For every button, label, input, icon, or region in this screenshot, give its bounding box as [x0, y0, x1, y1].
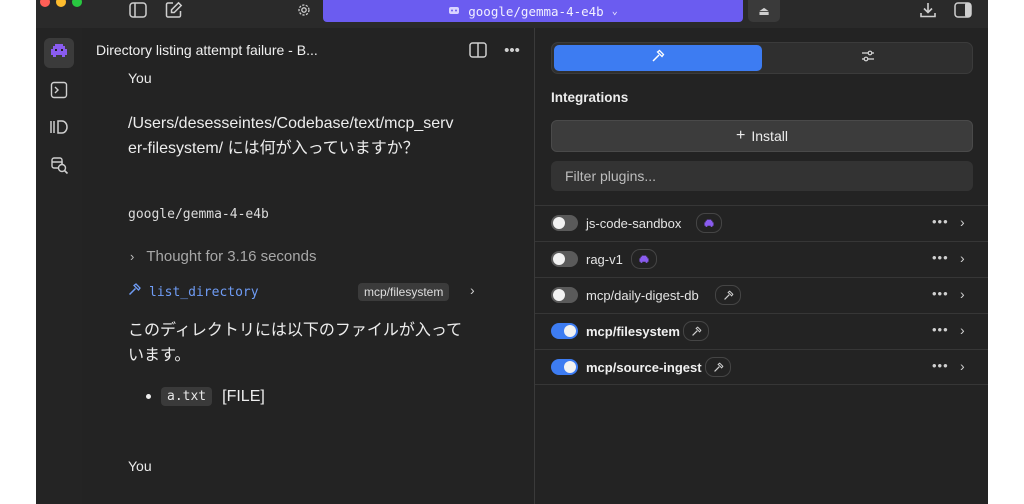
close-window-button[interactable] — [40, 0, 50, 7]
more-options-icon[interactable]: ••• — [932, 250, 949, 265]
hammer-icon — [683, 321, 709, 341]
rail-item-developer[interactable] — [44, 77, 74, 107]
chat-panel: Directory listing attempt failure - B...… — [82, 28, 534, 504]
chevron-down-icon: ⌄ — [611, 5, 618, 17]
more-options-icon[interactable]: ••• — [932, 358, 949, 373]
model-selector-button[interactable]: google/gemma-4-e4b ⌄ — [323, 0, 743, 22]
chevron-right-icon: › — [470, 282, 475, 298]
plugin-row-mcp-daily-digest-db[interactable]: mcp/daily-digest-db ••• › — [535, 277, 988, 313]
plugin-row-js-code-sandbox[interactable]: js-code-sandbox ••• › — [535, 205, 988, 241]
tab-settings[interactable] — [764, 45, 972, 71]
tool-call-row[interactable]: list_directory mcp/filesystem › — [128, 281, 488, 303]
download-icon[interactable] — [918, 0, 938, 20]
sidebar-toggle-icon[interactable] — [128, 0, 148, 20]
plugin-toggle[interactable] — [551, 287, 578, 303]
list-item: a.txt [FILE] — [146, 387, 265, 406]
bullet-icon — [146, 394, 151, 399]
tool-call-name: list_directory — [149, 284, 259, 300]
chevron-right-icon[interactable]: › — [960, 250, 965, 266]
robot-icon — [49, 43, 69, 64]
plugin-row-mcp-source-ingest[interactable]: mcp/source-ingest ••• › — [535, 349, 988, 385]
split-view-icon[interactable] — [468, 40, 488, 60]
assistant-message: このディレクトリには以下のファイルが入って います。 — [128, 318, 488, 368]
new-chat-icon[interactable] — [164, 0, 184, 20]
plugin-row-mcp-filesystem[interactable]: mcp/filesystem ••• › — [535, 313, 988, 349]
plugin-name: mcp/source-ingest — [586, 360, 702, 375]
plugin-toggle[interactable] — [551, 323, 578, 339]
search-model-icon — [49, 155, 69, 180]
app-window: google/gemma-4-e4b ⌄ ⏏ Directory listing… — [36, 0, 988, 504]
message-role-label: You — [128, 458, 152, 474]
user-message: /Users/desesseintes/Codebase/text/mcp_se… — [128, 111, 488, 161]
model-selector-label: google/gemma-4-e4b — [468, 3, 604, 19]
assistant-model-name: google/gemma-4-e4b — [128, 207, 269, 222]
eject-model-button[interactable]: ⏏ — [748, 0, 780, 22]
more-options-icon[interactable]: ••• — [932, 322, 949, 337]
integrations-panel: Integrations + Install js-code-sandbox •… — [535, 28, 988, 504]
zoom-window-button[interactable] — [72, 0, 82, 7]
hammer-icon — [128, 283, 141, 301]
thought-label: Thought for 3.16 seconds — [146, 248, 317, 265]
install-button[interactable]: + Install — [551, 120, 973, 152]
plugin-row-rag-v1[interactable]: rag-v1 ••• › — [535, 241, 988, 277]
more-options-icon[interactable]: ••• — [932, 286, 949, 301]
hammer-icon — [715, 285, 741, 305]
right-panel-toggle-icon[interactable] — [953, 0, 973, 20]
terminal-icon — [50, 81, 68, 104]
thought-toggle[interactable]: › Thought for 3.16 seconds — [130, 248, 316, 265]
minimize-window-button[interactable] — [56, 0, 66, 7]
chevron-right-icon[interactable]: › — [960, 286, 965, 302]
eject-icon: ⏏ — [758, 4, 770, 18]
models-folder-icon — [49, 119, 69, 140]
robot-icon — [631, 249, 657, 269]
more-options-icon[interactable]: ••• — [502, 40, 522, 60]
plus-icon: + — [736, 127, 746, 144]
plugin-name: mcp/filesystem — [586, 324, 680, 339]
rail-item-my-models[interactable] — [44, 114, 74, 144]
left-icon-rail — [36, 28, 82, 504]
message-role-label: You — [128, 70, 152, 86]
chevron-right-icon[interactable]: › — [960, 322, 965, 338]
robot-icon — [448, 5, 460, 18]
sliders-icon — [861, 49, 875, 67]
hammer-icon — [651, 49, 665, 68]
more-options-icon[interactable]: ••• — [932, 214, 949, 229]
install-button-label: Install — [751, 128, 788, 144]
hammer-icon — [705, 357, 731, 377]
chevron-right-icon[interactable]: › — [960, 358, 965, 374]
assistant-message-line: このディレクトリには以下のファイルが入って — [128, 322, 463, 339]
robot-icon — [696, 213, 722, 233]
file-type-label: [FILE] — [222, 387, 265, 405]
plugin-name: mcp/daily-digest-db — [586, 288, 699, 303]
section-heading: Integrations — [551, 90, 629, 105]
chat-title: Directory listing attempt failure - B... — [96, 42, 318, 58]
chevron-right-icon[interactable]: › — [960, 214, 965, 230]
chevron-right-icon: › — [130, 249, 135, 264]
user-message-line: /Users/desesseintes/Codebase/text/mcp_se… — [128, 115, 454, 132]
plugin-toggle[interactable] — [551, 251, 578, 267]
rail-item-chat[interactable] — [44, 38, 74, 68]
plugin-name: rag-v1 — [586, 252, 623, 267]
title-bar: google/gemma-4-e4b ⌄ ⏏ — [36, 0, 988, 28]
rail-item-discover[interactable] — [44, 152, 74, 182]
user-message-line: er-filesystem/ には何が入っていますか？ — [128, 140, 419, 157]
plugin-name: js-code-sandbox — [586, 216, 682, 231]
assistant-message-line: います。 — [128, 347, 191, 364]
plugin-list: js-code-sandbox ••• › rag-v1 ••• › mcp/d… — [535, 205, 988, 385]
tab-integrations[interactable] — [554, 45, 762, 71]
panel-tab-switcher — [551, 42, 973, 74]
file-name-code: a.txt — [161, 387, 213, 406]
filter-plugins-input[interactable] — [551, 161, 973, 191]
tool-call-badge: mcp/filesystem — [358, 283, 450, 301]
plugin-toggle[interactable] — [551, 359, 578, 375]
plugin-toggle[interactable] — [551, 215, 578, 231]
gear-icon[interactable] — [294, 0, 314, 20]
